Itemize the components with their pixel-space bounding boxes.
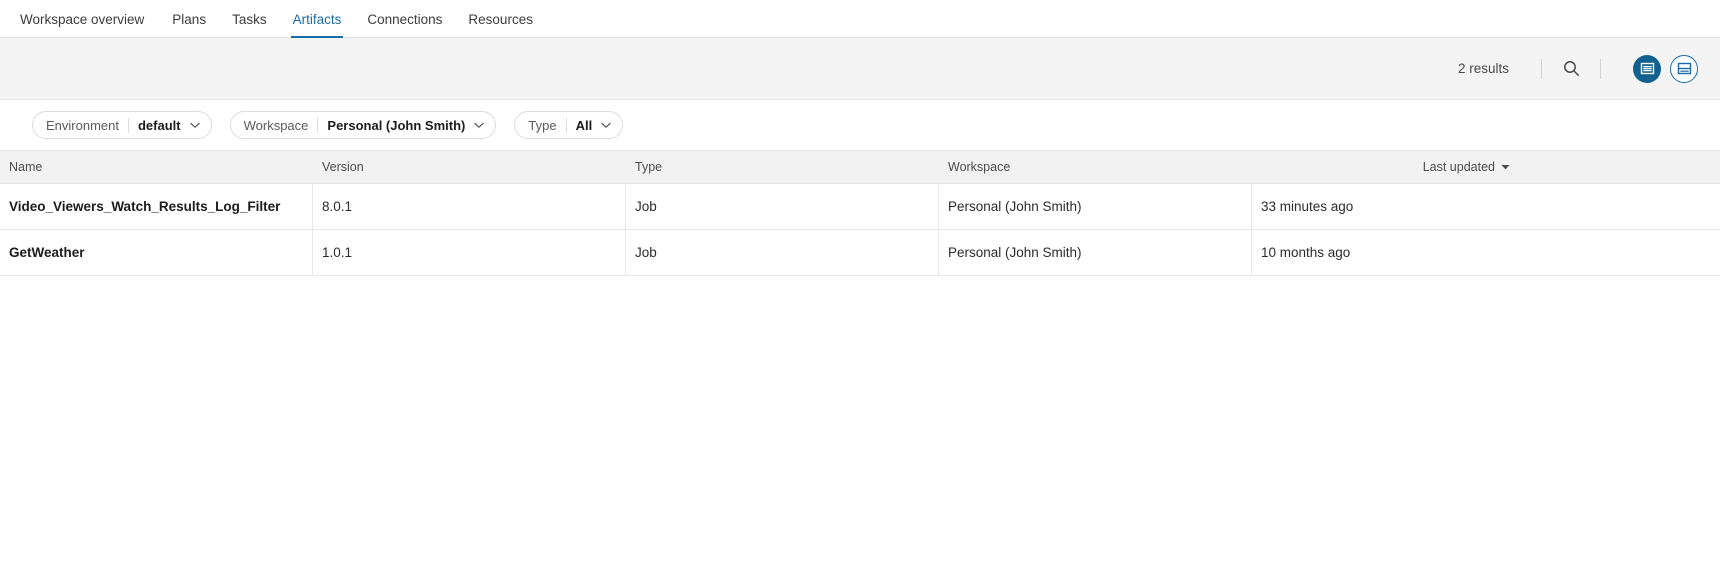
nav-tab-resources[interactable]: Resources <box>455 0 546 38</box>
chevron-down-icon <box>189 122 200 129</box>
column-header-label: Last updated <box>1422 160 1495 174</box>
filter-bar: Environment default Workspace Personal (… <box>0 100 1720 150</box>
split-view-icon <box>1677 62 1691 75</box>
nav-tab-tasks[interactable]: Tasks <box>219 0 280 38</box>
filter-chip-environment[interactable]: Environment default <box>32 111 212 139</box>
view-toggle-group <box>1633 54 1698 83</box>
column-header-workspace[interactable]: Workspace <box>939 151 1252 183</box>
column-header-name[interactable]: Name <box>0 151 313 183</box>
column-header-label: Workspace <box>948 160 1011 174</box>
chevron-down-icon <box>474 122 485 129</box>
filter-chip-value: Personal (John Smith) <box>327 117 466 133</box>
cell-last-updated: 10 months ago <box>1261 245 1351 260</box>
list-view-icon <box>1640 62 1654 75</box>
top-navigation: Workspace overview Plans Tasks Artifacts… <box>0 0 1720 38</box>
nav-tab-label: Connections <box>367 11 443 27</box>
toolbar-divider <box>1600 58 1601 79</box>
nav-tab-plans[interactable]: Plans <box>159 0 219 38</box>
filter-chip-type[interactable]: Type All <box>514 111 624 139</box>
cell-workspace: Personal (John Smith) <box>939 183 1252 230</box>
nav-tab-label: Tasks <box>232 11 267 27</box>
nav-tab-workspace-overview[interactable]: Workspace overview <box>20 0 159 38</box>
filter-chip-value: default <box>137 117 181 133</box>
table-row[interactable]: GetWeather 1.0.1 Job Personal (John Smit… <box>0 229 1720 276</box>
results-toolbar: 2 results <box>0 38 1720 100</box>
search-button[interactable] <box>1558 56 1584 82</box>
nav-tab-label: Workspace overview <box>20 11 145 27</box>
artifacts-page: Workspace overview Plans Tasks Artifacts… <box>0 0 1720 562</box>
sort-desc-caret-icon <box>1501 164 1510 170</box>
filter-chip-value: All <box>575 117 593 133</box>
column-header-label: Name <box>9 160 43 174</box>
results-count: 2 results <box>1457 61 1509 76</box>
cell-name: Video_Viewers_Watch_Results_Log_Filter <box>0 183 313 230</box>
table-header-row: Name Version Type Workspace Last updated <box>0 150 1720 184</box>
column-header-type[interactable]: Type <box>626 151 939 183</box>
column-header-label: Type <box>635 160 663 174</box>
cell-workspace: Personal (John Smith) <box>939 229 1252 276</box>
table-row[interactable]: Video_Viewers_Watch_Results_Log_Filter 8… <box>0 183 1720 230</box>
column-header-label: Version <box>322 160 364 174</box>
cell-version: 8.0.1 <box>313 183 626 230</box>
nav-tab-label: Artifacts <box>292 11 342 27</box>
split-view-button[interactable] <box>1670 54 1698 83</box>
search-icon <box>1563 61 1579 76</box>
list-view-button[interactable] <box>1633 54 1661 83</box>
nav-tab-artifacts[interactable]: Artifacts <box>280 0 355 38</box>
nav-tab-label: Plans <box>172 11 207 27</box>
chevron-down-icon <box>601 122 611 129</box>
filter-chip-label: Type <box>528 117 557 133</box>
cell-version: 1.0.1 <box>313 229 626 276</box>
filter-chip-label: Environment <box>46 117 119 133</box>
nav-tab-label: Resources <box>468 11 533 27</box>
toolbar-divider <box>1541 58 1542 79</box>
cell-name: GetWeather <box>0 229 313 276</box>
filter-chip-workspace[interactable]: Workspace Personal (John Smith) <box>229 111 497 139</box>
column-header-version[interactable]: Version <box>313 151 626 183</box>
artifacts-table: Name Version Type Workspace Last updated… <box>0 150 1720 276</box>
column-header-last-updated[interactable]: Last updated <box>1252 151 1720 183</box>
cell-type: Job <box>626 229 939 276</box>
nav-tab-connections[interactable]: Connections <box>354 0 455 38</box>
cell-last-updated: 33 minutes ago <box>1261 199 1354 214</box>
cell-type: Job <box>626 183 939 230</box>
filter-chip-label: Workspace <box>243 117 309 133</box>
